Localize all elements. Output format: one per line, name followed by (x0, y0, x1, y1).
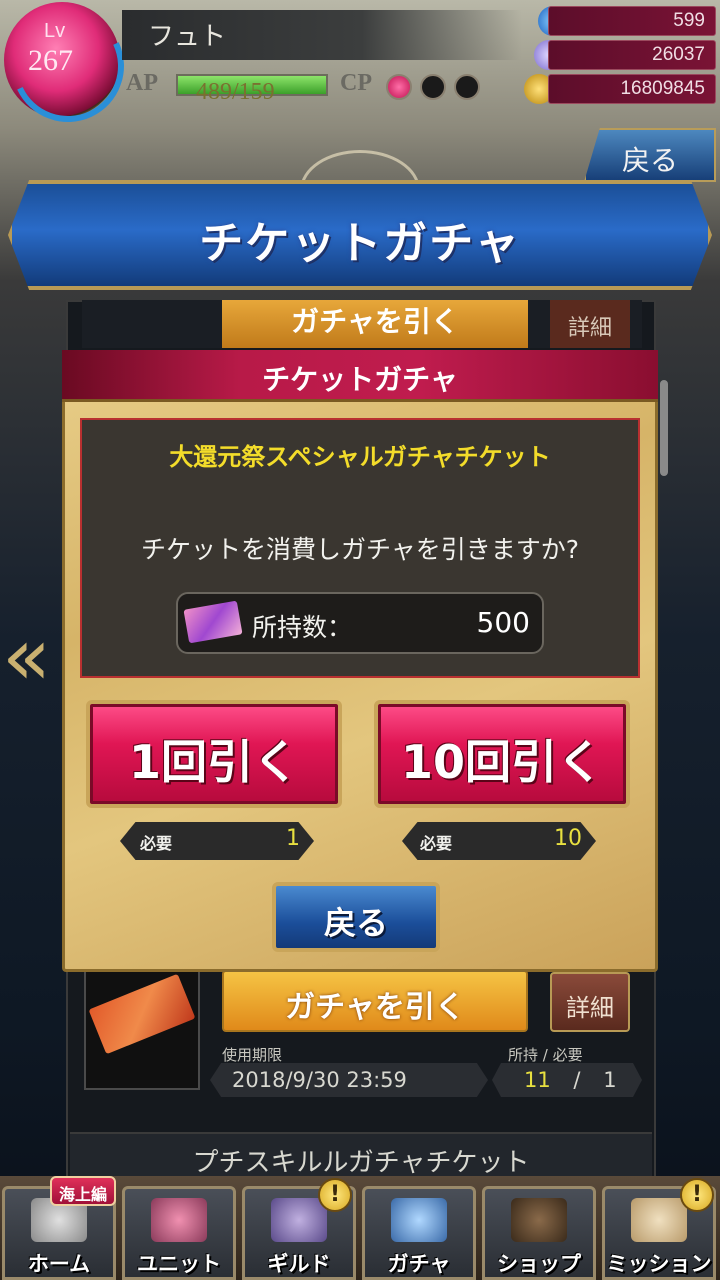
shop-sign-icon (511, 1198, 567, 1242)
chevron-left-icon[interactable]: « (2, 612, 51, 702)
cp-dot-filled (386, 74, 412, 100)
nav-guild-label: ギルド (267, 1252, 331, 1276)
ap-label: AP (126, 70, 158, 96)
expiry-label: 使用期限 (222, 1046, 283, 1064)
alert-badge-icon: ! (318, 1178, 352, 1212)
nav-shop-label: ショップ (497, 1252, 581, 1276)
required-value: 10 (554, 826, 582, 851)
owned-required-label: 所持 / 必要 (508, 1046, 583, 1064)
pull-ten-button[interactable]: 10回引く (374, 700, 630, 808)
gold-count: 16809845 (548, 74, 716, 104)
confirm-question: チケットを消費しガチャを引きますか? (140, 535, 580, 564)
owned-count-label: 所持数： (252, 613, 353, 642)
back-button[interactable]: 戻る (272, 882, 440, 952)
required-value: 1 (603, 1068, 617, 1092)
cp-dot-empty (454, 74, 480, 100)
player-name: フュト (148, 22, 227, 52)
owned-value: 11 (524, 1068, 551, 1092)
detail-button-partial[interactable]: 詳細 (550, 300, 630, 348)
gacha-crystal-icon (391, 1198, 447, 1242)
nav-gacha-label: ガチャ (387, 1252, 451, 1276)
pull-once-button[interactable]: 1回引く (86, 700, 342, 808)
ticket-name: 大還元祭スペシャルガチャチケット (169, 443, 551, 471)
owned-count-value: 500 (476, 606, 530, 639)
cp-dot-empty (420, 74, 446, 100)
crystal-count: 26037 (548, 40, 716, 70)
dialog-title: チケットガチャ (262, 363, 458, 396)
expiry-value: 2018/9/30 23:59 (210, 1063, 488, 1097)
event-tag: 海上編 (50, 1176, 116, 1206)
page-title: チケットガチャ (199, 218, 521, 269)
required-label: 必要 (420, 834, 453, 853)
owned-separator: / (573, 1068, 581, 1092)
alert-badge-icon: ! (680, 1178, 714, 1212)
nav-mission-label: ミッション (606, 1252, 712, 1276)
cp-label: CP (340, 70, 372, 96)
level-label: Lv (44, 20, 66, 42)
list-item-next[interactable]: プチスキルルガチャチケット (70, 1132, 652, 1182)
required-value: 1 (286, 826, 300, 851)
guild-castle-icon (271, 1198, 327, 1242)
required-label: 必要 (140, 834, 173, 853)
pull-gacha-button-partial[interactable]: ガチャを引く (222, 300, 528, 348)
back-button-top[interactable]: 戻る (584, 128, 716, 182)
nav-unit-label: ユニット (137, 1252, 221, 1276)
unit-icon (151, 1198, 207, 1242)
ap-value: 489/159 (196, 79, 275, 105)
pull-gacha-button[interactable]: ガチャを引く (222, 970, 528, 1032)
level-value: 267 (28, 44, 73, 77)
mission-scroll-icon (631, 1198, 687, 1242)
scrollbar[interactable] (660, 380, 668, 476)
nav-home-label: ホーム (27, 1252, 91, 1276)
detail-button[interactable]: 詳細 (550, 972, 630, 1032)
gem-count: 599 (548, 6, 716, 36)
owned-required-field: 11 / 1 (492, 1063, 642, 1097)
